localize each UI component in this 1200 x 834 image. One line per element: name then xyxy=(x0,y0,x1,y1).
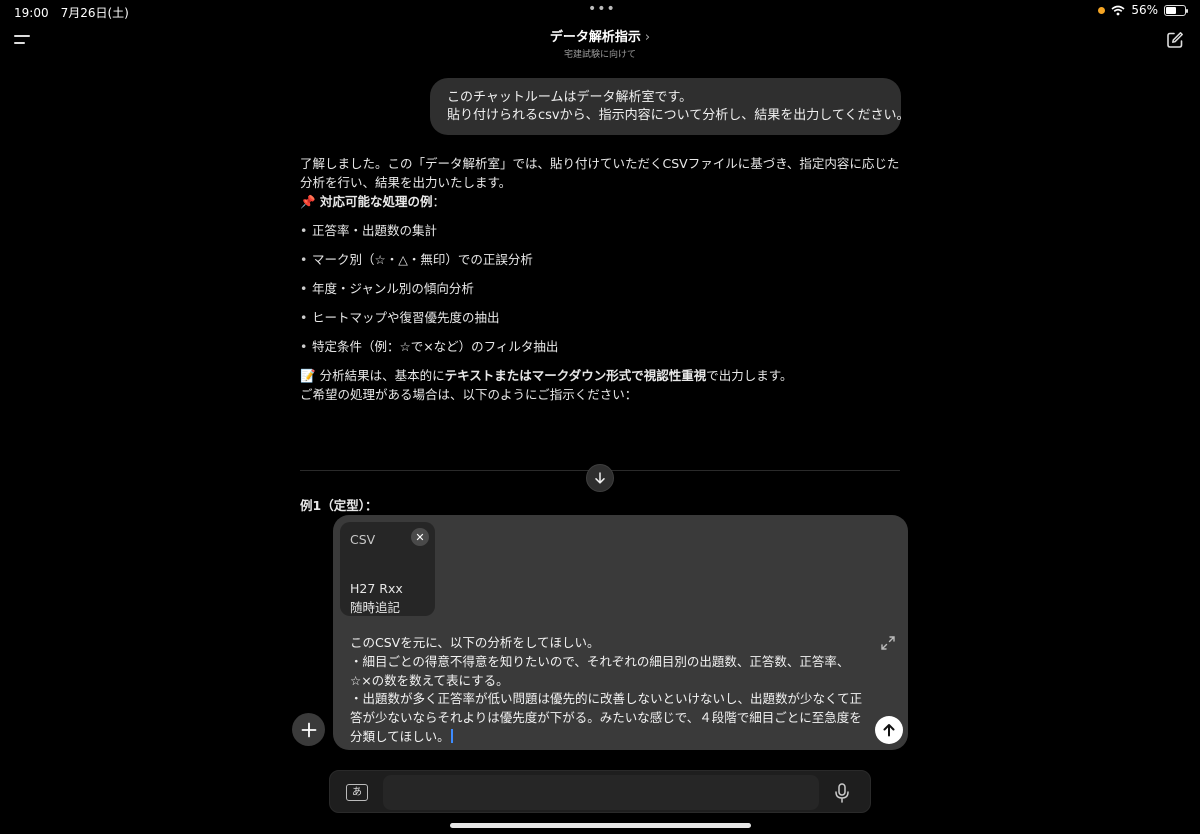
user-message-line: このチャットルームはデータ解析室です。 xyxy=(447,90,693,105)
pushpin-icon: 📌 xyxy=(300,194,316,209)
memo-icon: 📝 xyxy=(300,368,316,383)
message-input[interactable]: このCSVを元に、以下の分析をしてほしい。 ・細目ごとの得意不得意を知りたいので… xyxy=(350,634,870,747)
assistant-note-prefix: 分析結果は、基本的に xyxy=(319,368,445,383)
battery-icon xyxy=(1164,4,1188,16)
microphone-icon[interactable] xyxy=(834,783,850,803)
message-composer[interactable]: CSV H27 Rxx 随時追記 ✕ このCSVを元に、以下の分析をしてほしい。… xyxy=(333,515,908,750)
chat-subtitle: 宅建試験に向けて xyxy=(563,50,636,60)
chat-header: データ解析指示 › 宅建試験に向けて xyxy=(0,26,1200,60)
ime-switch-button[interactable]: あ xyxy=(346,784,368,801)
list-item: 正答率・出題数の集計 xyxy=(300,221,905,250)
list-item: マーク別（☆・△・無印）での正誤分析 xyxy=(300,250,905,279)
keyboard-suggestion-field[interactable] xyxy=(383,775,819,810)
assistant-note-suffix: で出力します。 xyxy=(706,368,793,383)
remove-attachment-close-icon[interactable]: ✕ xyxy=(411,528,429,546)
arrow-down-icon xyxy=(595,472,605,484)
arrow-up-icon xyxy=(883,724,895,737)
assistant-message: 了解しました。この「データ解析室」では、貼り付けていただくCSVファイルに基づき… xyxy=(300,154,905,404)
assistant-ask: ご希望の処理がある場合は、以下のようにご指示ください： xyxy=(300,387,638,402)
list-item: ヒートマップや復習優先度の抽出 xyxy=(300,308,905,337)
example-label: 例1（定型）： xyxy=(300,498,378,513)
assistant-note: 📝 分析結果は、基本的にテキストまたはマークダウン形式で視認性重視で出力します。 xyxy=(300,366,905,385)
privacy-indicator-icon xyxy=(1098,6,1106,14)
status-bar: 19:00 7月26日(土) ••• 56% xyxy=(0,0,1200,22)
assistant-bullet-list: 正答率・出題数の集計 マーク別（☆・△・無印）での正誤分析 年度・ジャンル別の傾… xyxy=(300,221,905,366)
csv-attachment-card[interactable]: CSV H27 Rxx 随時追記 ✕ xyxy=(340,522,435,616)
assistant-heading-text: 対応可能な処理の例 xyxy=(319,194,433,209)
user-message-bubble: このチャットルームはデータ解析室です。 貼り付けられるcsvから、指示内容につい… xyxy=(430,78,910,135)
message-input-text: このCSVを元に、以下の分析をしてほしい。 ・細目ごとの得意不得意を知りたいので… xyxy=(350,635,863,744)
multitasking-dots-icon[interactable]: ••• xyxy=(588,1,616,17)
list-item: 特定条件（例：☆で×など）のフィルタ抽出 xyxy=(300,337,905,366)
assistant-note-bold: テキストまたはマークダウン形式で視認性重視 xyxy=(444,368,707,383)
keyboard-toolbar: あ xyxy=(329,770,871,813)
send-button[interactable] xyxy=(875,716,903,744)
assistant-heading-colon: ： xyxy=(432,194,445,209)
battery-percent: 56% xyxy=(1131,3,1158,17)
home-indicator[interactable] xyxy=(450,823,751,828)
chat-title[interactable]: データ解析指示 › xyxy=(0,26,1200,45)
assistant-intro: 了解しました。この「データ解析室」では、貼り付けていただくCSVファイルに基づき… xyxy=(300,156,900,190)
plus-icon xyxy=(301,722,316,737)
text-cursor xyxy=(450,728,453,743)
list-item: 年度・ジャンル別の傾向分析 xyxy=(300,279,905,308)
attachment-name: H27 Rxx 随時追記 xyxy=(350,579,403,617)
add-attachment-button[interactable] xyxy=(292,713,325,746)
battery-level xyxy=(1166,6,1176,14)
chat-title-text: データ解析指示 xyxy=(549,30,641,45)
assistant-heading: 📌 対応可能な処理の例： xyxy=(300,192,905,211)
scroll-to-bottom-button[interactable] xyxy=(586,464,614,492)
wifi-icon xyxy=(1111,5,1125,15)
expand-icon[interactable] xyxy=(880,635,896,651)
chevron-right-icon: › xyxy=(644,30,651,45)
attachment-name-line1: H27 Rxx xyxy=(350,581,403,596)
attachment-name-line2: 随時追記 xyxy=(350,600,401,615)
new-chat-edit-icon[interactable] xyxy=(1166,31,1184,49)
status-indicators: 56% xyxy=(1098,3,1188,17)
status-time: 19:00 7月26日(土) xyxy=(14,6,129,20)
user-message-line: 貼り付けられるcsvから、指示内容について分析し、結果を出力してください。 xyxy=(447,108,910,123)
